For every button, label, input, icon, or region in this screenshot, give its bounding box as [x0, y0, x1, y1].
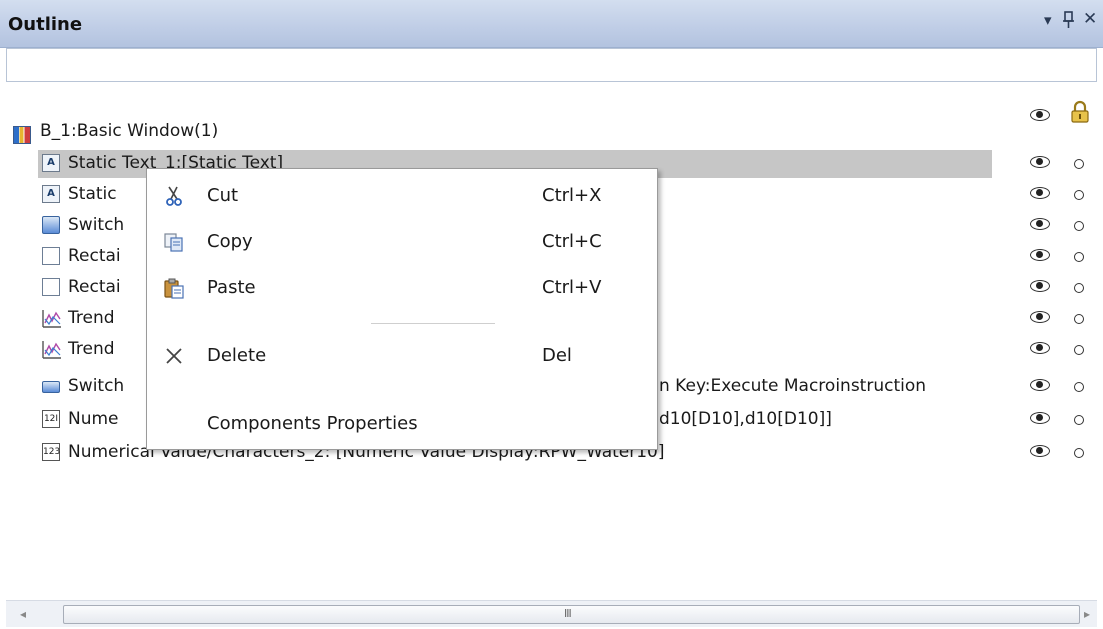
trend-icon [42, 340, 61, 359]
tree-item-label: Switch [68, 376, 125, 396]
scissors-icon [163, 185, 185, 207]
lock-toggle[interactable] [1074, 382, 1084, 392]
tree-item-label-tail: d10[D10],d10[D10]] [659, 409, 832, 429]
menu-item-copy[interactable]: Copy Ctrl+C [147, 221, 657, 261]
scroll-left-icon[interactable]: ◂ [20, 607, 26, 621]
lock-toggle[interactable] [1074, 345, 1084, 355]
lock-toggle[interactable] [1074, 159, 1084, 169]
panel-titlebar: Outline ▾ ✕ [0, 0, 1103, 48]
lock-toggle[interactable] [1074, 448, 1084, 458]
rectangle-icon [42, 247, 60, 265]
menu-item-label: Delete [207, 345, 267, 366]
trend-icon [42, 309, 61, 328]
menu-item-shortcut: Ctrl+X [542, 185, 602, 206]
visibility-icon[interactable] [1030, 342, 1050, 354]
menu-separator [371, 323, 495, 324]
menu-item-label: Copy [207, 231, 253, 252]
visibility-icon[interactable] [1030, 249, 1050, 261]
lock-toggle[interactable] [1074, 283, 1084, 293]
tree-item-label: Nume [68, 409, 119, 429]
window-icon [13, 126, 31, 144]
menu-item-shortcut: Ctrl+V [542, 277, 602, 298]
paste-icon [163, 277, 185, 299]
static-text-icon: A [42, 185, 60, 203]
tree-item-label: Trend [68, 339, 115, 359]
outline-filter-input[interactable] [6, 48, 1097, 82]
menu-item-label: Cut [207, 185, 239, 206]
tree-item-label-tail: n Key:Execute Macroinstruction [659, 376, 927, 396]
visibility-icon[interactable] [1030, 412, 1050, 424]
menu-item-shortcut: Ctrl+C [542, 231, 602, 252]
menu-item-components-properties[interactable]: Components Properties [147, 403, 657, 443]
lock-toggle[interactable] [1074, 314, 1084, 324]
tree-item-label: Switch [68, 215, 125, 235]
visibility-icon[interactable] [1030, 218, 1050, 230]
menu-item-cut[interactable]: Cut Ctrl+X [147, 175, 657, 215]
menu-item-label: Components Properties [207, 413, 418, 434]
copy-icon [163, 231, 185, 253]
rectangle-icon [42, 278, 60, 296]
visibility-icon[interactable] [1030, 280, 1050, 292]
scrollbar-grip-icon: III [564, 607, 572, 620]
lock-toggle[interactable] [1074, 415, 1084, 425]
delete-icon [163, 345, 185, 367]
numeric-display-icon: 123 [42, 443, 60, 461]
dropdown-icon[interactable]: ▾ [1044, 13, 1052, 28]
horizontal-scrollbar[interactable]: ◂ III ▸ [6, 600, 1097, 627]
menu-item-shortcut: Del [542, 345, 572, 366]
lock-toggle[interactable] [1074, 221, 1084, 231]
context-menu: Cut Ctrl+X Copy Ctrl+C Paste Ctrl+V Dele… [146, 168, 658, 450]
panel-title: Outline [8, 14, 83, 35]
tree-root[interactable]: B_1:Basic Window(1) [0, 117, 1103, 147]
lock-toggle[interactable] [1074, 252, 1084, 262]
pin-icon[interactable] [1063, 11, 1075, 33]
switch-button-icon [42, 216, 60, 234]
tree-item-label: Rectai [68, 277, 121, 297]
tree-root-label: B_1:Basic Window(1) [40, 121, 219, 141]
visibility-icon[interactable] [1030, 187, 1050, 199]
lock-toggle[interactable] [1074, 190, 1084, 200]
close-icon[interactable]: ✕ [1083, 11, 1097, 28]
visibility-icon[interactable] [1030, 445, 1050, 457]
tree-item-label: Rectai [68, 246, 121, 266]
menu-item-label: Paste [207, 277, 256, 298]
visibility-icon[interactable] [1030, 379, 1050, 391]
tree-item-label: Trend [68, 308, 115, 328]
static-text-icon: A [42, 154, 60, 172]
scrollbar-thumb[interactable]: III [63, 605, 1080, 624]
menu-item-delete[interactable]: Delete Del [147, 335, 657, 375]
menu-item-paste[interactable]: Paste Ctrl+V [147, 267, 657, 307]
scroll-right-icon[interactable]: ▸ [1084, 607, 1090, 621]
function-key-icon [42, 381, 60, 393]
numeric-icon: 12I [42, 410, 60, 428]
visibility-icon[interactable] [1030, 311, 1050, 323]
tree-item-label: Static [68, 184, 117, 204]
visibility-icon[interactable] [1030, 156, 1050, 168]
